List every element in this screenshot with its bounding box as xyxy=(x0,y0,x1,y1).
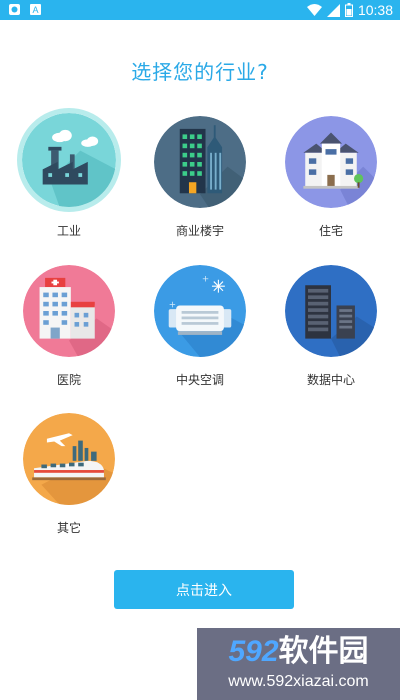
industry-commercial-building-circle xyxy=(154,116,246,208)
signal-icon xyxy=(326,3,340,17)
industry-residential-circle xyxy=(285,116,377,208)
app-notification-icon xyxy=(9,4,20,15)
watermark-url: www.592xiazai.com xyxy=(228,673,369,690)
battery-icon xyxy=(344,3,353,17)
watermark-brand-prefix: 592 xyxy=(228,635,279,668)
industry-commercial-building-label: 商业楼宇 xyxy=(175,224,224,238)
watermark-brand-suffix: 软件园 xyxy=(278,635,369,668)
air-conditioner-icon xyxy=(154,265,246,357)
industry-central-air-conditioning[interactable]: 中央空调 xyxy=(140,265,260,388)
industry-central-air-conditioning-label: 中央空调 xyxy=(175,373,224,387)
industry-hospital-circle xyxy=(23,265,115,357)
industry-commercial-building[interactable]: 商业楼宇 xyxy=(140,116,260,239)
industry-data-center-circle xyxy=(285,265,377,357)
enter-button[interactable]: 点击进入 xyxy=(114,570,294,609)
status-time: 10:38 xyxy=(357,2,393,18)
industry-other-label: 其它 xyxy=(56,521,81,535)
industry-hospital-label: 医院 xyxy=(56,373,81,387)
server-icon xyxy=(285,265,377,357)
industry-data-center-label: 数据中心 xyxy=(306,373,355,387)
residence-icon xyxy=(285,116,377,208)
industry-residential[interactable]: 住宅 xyxy=(271,116,391,239)
industry-industrial[interactable]: 工业 xyxy=(9,108,129,239)
status-bar: A 10:38 xyxy=(0,0,400,20)
page-title: 选择您的行业? xyxy=(131,60,269,84)
industry-other[interactable]: 其它 xyxy=(9,413,129,536)
svg-text:A: A xyxy=(32,5,38,15)
wifi-icon xyxy=(306,3,322,16)
status-left-icons: A xyxy=(8,3,42,16)
industry-residential-label: 住宅 xyxy=(318,224,343,238)
status-right-icons: 10:38 xyxy=(306,1,393,19)
industry-industrial-circle xyxy=(17,108,121,212)
industry-industrial-label: 工业 xyxy=(56,224,81,238)
industry-central-air-conditioning-circle xyxy=(154,265,246,357)
industry-other-circle xyxy=(23,413,115,505)
industry-hospital[interactable]: 医院 xyxy=(9,265,129,388)
watermark-brand: 592软件园 xyxy=(197,628,400,672)
industry-data-center[interactable]: 数据中心 xyxy=(271,265,391,388)
hospital-icon xyxy=(23,265,115,357)
office-building-icon xyxy=(154,116,246,208)
factory-icon xyxy=(22,113,116,207)
a-letter-notification-icon: A xyxy=(30,4,41,15)
train-plane-icon xyxy=(23,413,115,505)
watermark: 592软件园 www.592xiazai.com xyxy=(197,628,400,700)
